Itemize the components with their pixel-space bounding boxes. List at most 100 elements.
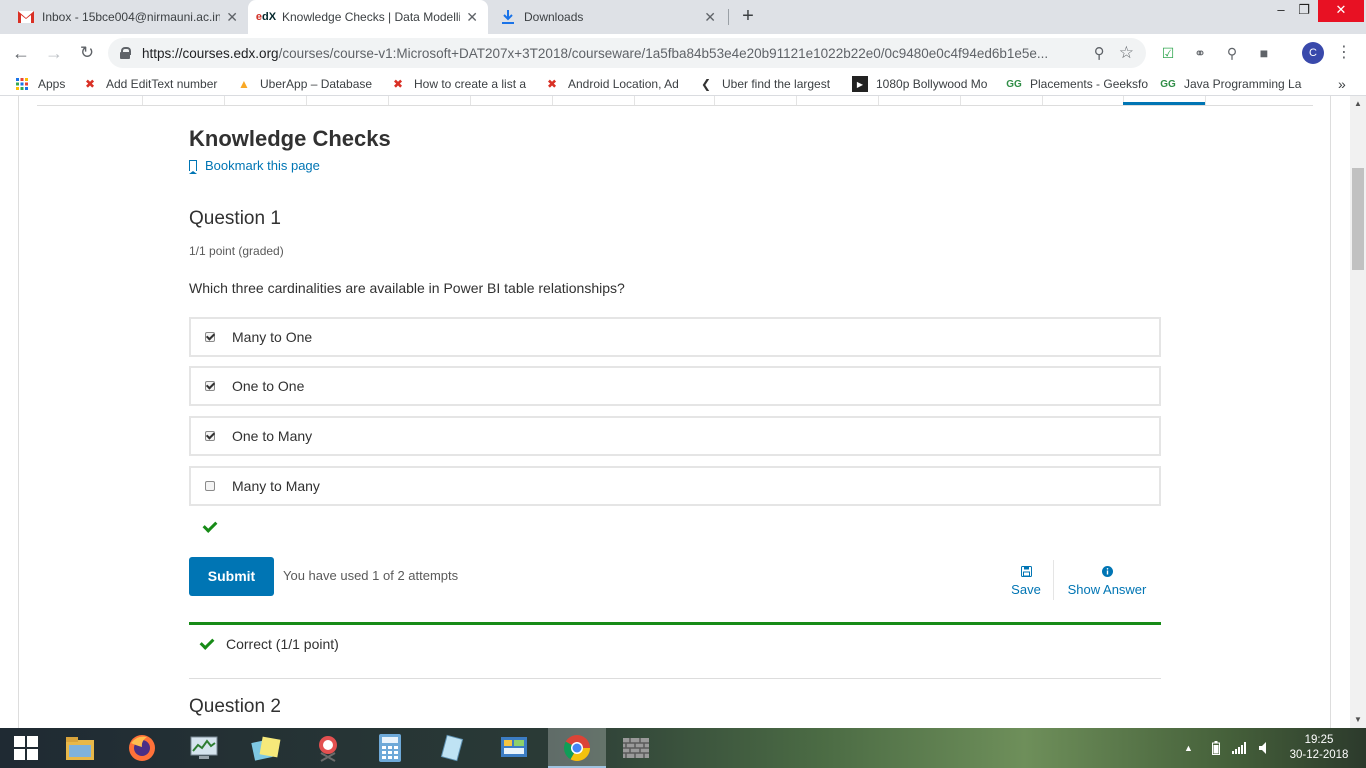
sequence-tab-divider [634,96,635,105]
checkbox-checked[interactable] [205,381,215,391]
volume-icon[interactable] [1259,728,1269,768]
taskbar-clock[interactable]: 19:25 30-12-2018 [1284,733,1354,763]
page-scrollbar[interactable]: ▲ ▼ [1350,96,1366,728]
control-panel-icon[interactable] [498,732,530,764]
apps-grid-icon [14,76,30,92]
choice-many-to-many[interactable]: Many to Many [189,466,1161,506]
windows-logo-icon [14,736,38,760]
tab-knowledge-checks[interactable]: e dX Knowledge Checks | Data Modelli ✕ [248,0,488,34]
file-explorer-icon[interactable] [64,732,96,764]
choice-one-to-many[interactable]: One to Many [189,416,1161,456]
bookmark-uberapp[interactable]: ▲ UberApp – Database [236,75,372,93]
network-signal-icon[interactable] [1232,728,1246,768]
address-bar[interactable]: https://courses.edx.org/courses/course-v… [108,38,1146,68]
reload-button[interactable]: ↻ [75,41,99,65]
close-window-button[interactable]: ✕ [1318,0,1364,22]
gmail-icon [18,9,34,25]
bookmark-x-icon: ✖ [392,77,404,91]
extension-inbox-icon[interactable]: ☑ [1158,43,1178,63]
forward-button[interactable]: → [42,41,66,65]
choice-one-to-one[interactable]: One to One [189,366,1161,406]
back-button[interactable]: ← [9,41,33,65]
battery-icon[interactable] [1212,728,1220,768]
bookmark-add-edittext[interactable]: ✖ Add EditText number [82,75,217,93]
bookmark-bollywood[interactable]: ▶ 1080p Bollywood Mo [852,75,987,93]
show-answer-button[interactable]: Show Answer [1064,566,1150,597]
close-tab-icon[interactable]: ✕ [226,9,238,26]
extension-gray-icon[interactable]: ■ [1254,43,1274,63]
bookmark-apps[interactable]: Apps [14,75,65,93]
tab-gmail-inbox[interactable]: Inbox - 15bce004@nirmauni.ac.in ✕ [8,0,248,34]
chrome-icon[interactable] [561,732,593,764]
task-manager-icon[interactable] [188,732,220,764]
scroll-down-arrow[interactable]: ▼ [1350,712,1366,728]
extension-bike-icon[interactable]: ⚭ [1190,43,1210,63]
question-2-title: Question 2 [189,696,281,717]
star-icon[interactable]: ☆ [1119,43,1134,63]
tab-title: Inbox - 15bce004@nirmauni.ac.in [42,10,221,24]
firewall-icon[interactable] [620,732,652,764]
close-tab-icon[interactable]: ✕ [704,9,716,26]
save-button[interactable]: Save [1010,566,1042,597]
choice-many-to-one[interactable]: Many to One [189,317,1161,357]
bookmark-create-list[interactable]: ✖ How to create a list a [390,75,526,93]
sequence-tab-divider [796,96,797,105]
bookmark-label: Placements - Geeksfo [1030,77,1149,91]
geeks-icon: GG [1006,78,1022,90]
browser-toolbar: ← → ↻ https://courses.edx.org/courses/co… [0,34,1366,72]
tab-separator [728,9,729,25]
tab-title: Downloads [524,10,584,24]
checkbox-checked[interactable] [205,332,215,342]
question-1-points: 1/1 point (graded) [189,244,284,258]
tab-downloads[interactable]: Downloads ✕ [490,0,726,34]
bookmark-icon [189,160,197,174]
bookmark-android-location[interactable]: ✖ Android Location, Ad [544,75,679,93]
clock-date: 30-12-2018 [1289,749,1349,761]
sequence-tab-divider [960,96,961,105]
calculator-icon[interactable] [374,732,406,764]
profile-avatar[interactable]: C [1302,42,1324,64]
bookmark-page-link[interactable]: Bookmark this page [189,158,320,174]
sequence-tab-active[interactable] [1123,102,1205,105]
sequence-nav [37,96,1313,106]
action-divider [1053,560,1054,600]
question-1-title: Question 1 [189,208,281,229]
bookmark-link-label: Bookmark this page [205,158,320,173]
result-text: Correct (1/1 point) [226,636,339,652]
sequence-tab-divider [306,96,307,105]
scroll-up-arrow[interactable]: ▲ [1350,96,1366,112]
extension-search-icon[interactable]: ⚲ [1222,43,1242,63]
sticky-notes-icon[interactable] [250,732,282,764]
course-content-frame [18,96,1331,728]
bookmark-uber-largest[interactable]: ❮ Uber find the largest [698,75,830,93]
submit-button[interactable]: Submit [189,557,274,596]
sequence-tab-divider [878,96,879,105]
close-tab-icon[interactable]: ✕ [466,9,478,26]
attempts-text: You have used 1 of 2 attempts [283,568,459,583]
bookmark-label: 1080p Bollywood Mo [876,77,988,91]
menu-icon[interactable]: ⋮ [1334,43,1354,63]
firefox-icon[interactable] [126,732,158,764]
zoom-search-icon[interactable]: ⚲ [1094,44,1105,62]
choice-label: One to One [232,378,305,394]
play-icon: ▶ [852,76,868,92]
bookmarks-bar: Apps ✖ Add EditText number ▲ UberApp – D… [0,72,1366,96]
start-button[interactable] [10,732,42,764]
bookmark-label: How to create a list a [414,77,527,91]
checkbox-unchecked[interactable] [205,481,215,491]
notepad-icon[interactable] [436,732,468,764]
bookmark-java-programming[interactable]: GG Java Programming La [1160,75,1301,93]
save-label: Save [1011,582,1041,597]
snipping-tool-icon[interactable] [312,732,344,764]
bookmark-label: Android Location, Ad [568,77,679,91]
bookmark-placements[interactable]: GG Placements - Geeksfo [1006,75,1148,93]
lock-icon [120,47,131,59]
checkbox-checked[interactable] [205,431,215,441]
scroll-thumb[interactable] [1352,168,1364,270]
show-hidden-icons-button[interactable]: ▲ [1184,728,1193,768]
download-icon [500,9,516,25]
new-tab-button[interactable]: + [736,5,760,29]
bookmarks-more-button[interactable]: » [1338,75,1346,93]
tab-strip: Inbox - 15bce004@nirmauni.ac.in ✕ e dX Kn… [0,0,1366,34]
question-divider [189,678,1161,679]
